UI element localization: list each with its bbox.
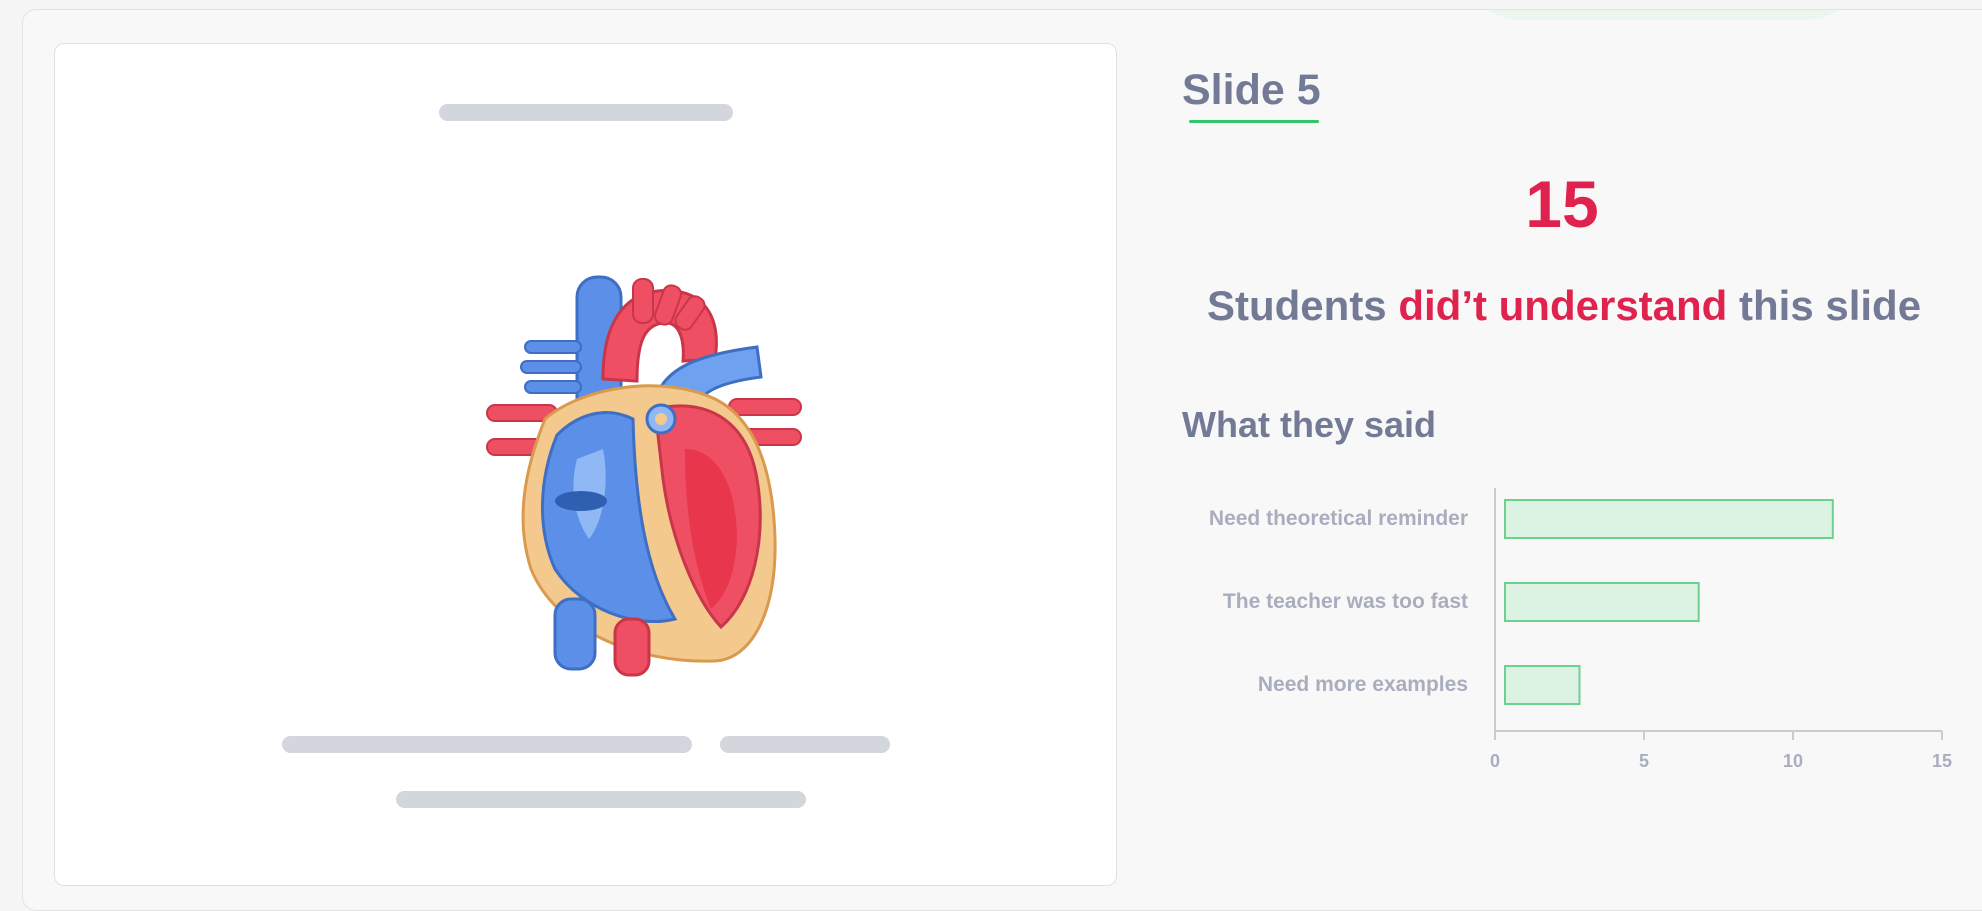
chart-bar [1504, 665, 1581, 705]
headline-lead-text: Students [1207, 282, 1399, 329]
title-underline [1189, 120, 1319, 123]
placeholder-title-line [439, 104, 733, 121]
chart-category-label: Need more examples [1258, 673, 1468, 696]
placeholder-text-line [396, 791, 806, 808]
chart-bar [1504, 499, 1834, 539]
feedback-section-title: What they said [1182, 404, 1437, 445]
headline-highlight-text: did’t understand [1398, 282, 1728, 329]
not-understood-count: 15 [1525, 167, 1599, 241]
chart-category-label: The teacher was too fast [1223, 590, 1468, 613]
placeholder-text-line [282, 736, 692, 753]
chart-category-label: Need theoretical reminder [1209, 507, 1468, 530]
chart-x-tick-label: 0 [1490, 751, 1500, 771]
decorative-accent-shape [1453, 10, 1873, 20]
slide-title: Slide 5 [1182, 66, 1321, 114]
chart-x-tick-label: 5 [1639, 751, 1649, 771]
chart-bar [1504, 582, 1700, 622]
placeholder-text-line [720, 736, 890, 753]
chart-x-tick-label: 10 [1783, 751, 1803, 771]
heart-anatomy-icon [485, 269, 805, 679]
chart-x-tick-label: 15 [1932, 751, 1952, 771]
feedback-bar-chart: Need theoretical reminder The teacher was… [1209, 488, 1952, 771]
headline-trail-text: this slide [1727, 282, 1922, 329]
summary-headline: Students did’t understand this slide [1207, 282, 1921, 330]
slide-preview-card[interactable] [54, 43, 1117, 886]
